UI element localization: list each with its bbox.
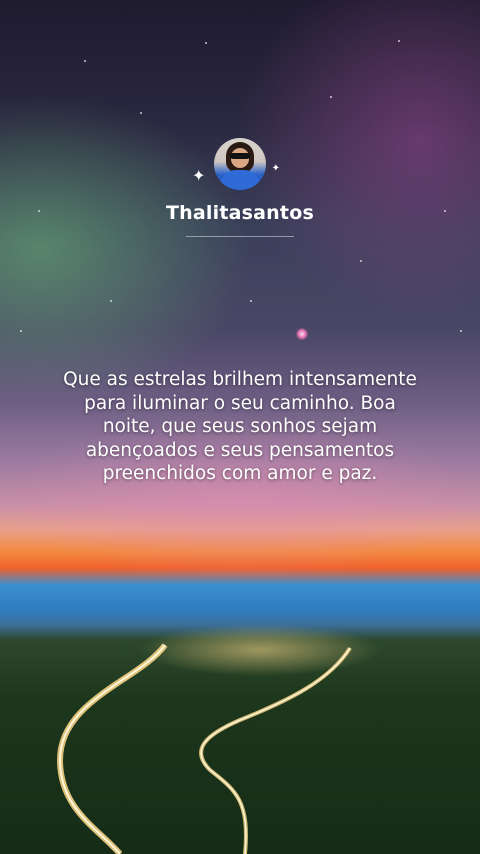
star bbox=[20, 330, 22, 332]
author-header: ✦ ✦ Thalitasantos bbox=[0, 138, 480, 237]
user-avatar[interactable] bbox=[214, 138, 266, 190]
header-divider bbox=[186, 236, 294, 237]
author-username[interactable]: Thalitasantos bbox=[0, 202, 480, 224]
star bbox=[205, 42, 207, 44]
avatar-shirt bbox=[220, 170, 260, 190]
avatar-container[interactable]: ✦ ✦ bbox=[192, 138, 280, 190]
star bbox=[460, 330, 462, 332]
sparkle-icon: ✦ bbox=[192, 166, 206, 185]
star bbox=[330, 96, 332, 98]
star bbox=[84, 60, 86, 62]
sparkle-icon-small: ✦ bbox=[271, 163, 280, 174]
avatar-sunglasses bbox=[230, 153, 250, 159]
star bbox=[250, 300, 252, 302]
star bbox=[110, 300, 112, 302]
glowing-star bbox=[296, 328, 308, 340]
post-message: Que as estrelas brilhem intensamente par… bbox=[63, 369, 417, 484]
star bbox=[140, 112, 142, 114]
star bbox=[398, 40, 400, 42]
star bbox=[360, 260, 362, 262]
